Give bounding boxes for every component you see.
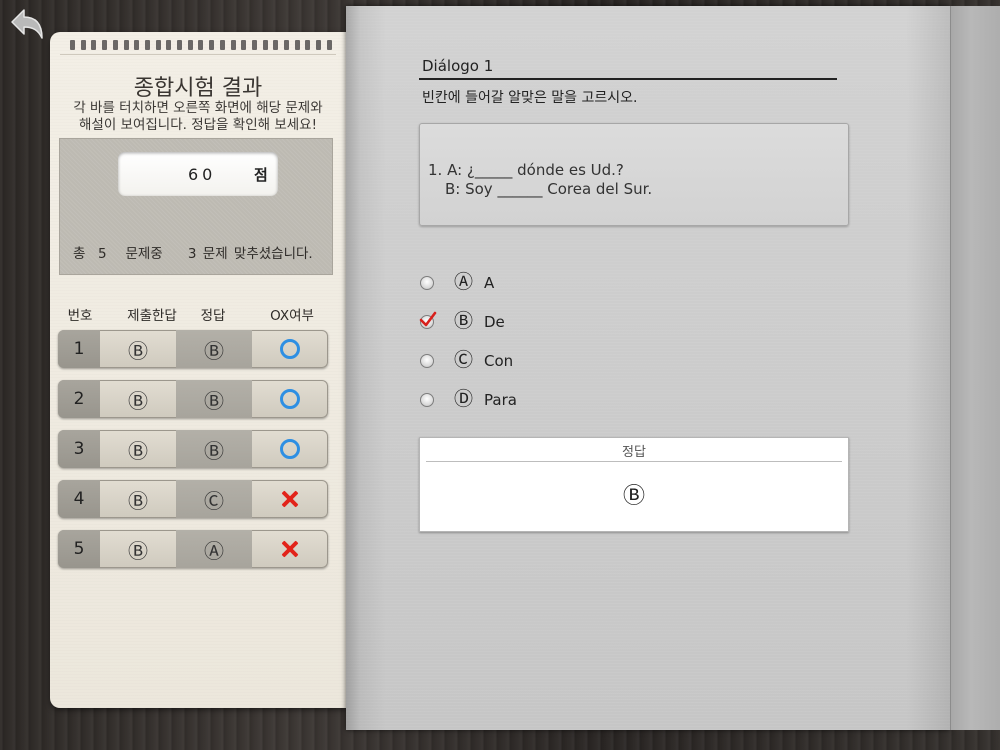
header-submitted: 제출한답 (127, 308, 177, 324)
back-arrow-icon (11, 9, 43, 39)
description-line-2: 해설이 보여집니다. 정답을 확인해 보세요! (78, 117, 317, 133)
results-panel: 종합시험 결과 각 바를 터치하면 오른쪽 화면에 해당 문제와 해설이 보여집… (50, 32, 346, 708)
correct-answer: Ⓑ (176, 380, 252, 418)
option-letter: Ⓐ (454, 271, 474, 293)
answer-label: 정답 (622, 445, 646, 460)
submitted-answer: Ⓑ (128, 538, 148, 563)
radio-button[interactable] (420, 276, 434, 290)
result-row-5[interactable]: 5 Ⓑ Ⓐ (58, 530, 328, 568)
red-check-icon (419, 311, 437, 327)
dialog-title: Diálogo 1 (422, 57, 494, 75)
question-box: 1. A: ¿_____ dónde es Ud.? B: Soy ______… (419, 123, 849, 226)
radio-button[interactable] (420, 354, 434, 368)
answer-value: Ⓑ (622, 484, 645, 509)
results-description: 각 바를 터치하면 오른쪽 화면에 해당 문제와 해설이 보여집니다. 정답을 … (50, 100, 346, 134)
results-table-header: 번호 제출한답 정답 OX여부 (62, 304, 332, 324)
circle-o-icon (280, 339, 300, 359)
back-button[interactable] (6, 6, 46, 42)
score-box: 60 점 총 5 문제중 3 문제 맞추셨습니다. (59, 138, 333, 275)
circle-o-icon (280, 389, 300, 409)
row-number: 2 (58, 380, 100, 418)
option-letter: Ⓑ (454, 310, 474, 332)
result-row-1[interactable]: 1 Ⓑ Ⓑ (58, 330, 328, 368)
ox-cell (252, 330, 328, 368)
score-display: 60 점 (118, 152, 278, 196)
divider (60, 54, 336, 55)
row-number: 1 (58, 330, 100, 368)
answer-box: 정답 Ⓑ (419, 437, 849, 532)
correct-answer: Ⓑ (176, 330, 252, 368)
row-number: 4 (58, 480, 100, 518)
ox-cell (252, 480, 328, 518)
option-letter: Ⓓ (454, 388, 474, 410)
score-unit: 점 (254, 166, 268, 184)
option-text: A (484, 274, 495, 292)
score-value: 60 (188, 165, 217, 184)
correct-answer: Ⓐ (176, 530, 252, 568)
score-summary: 총 5 문제중 3 문제 맞추셨습니다. (73, 246, 313, 262)
result-row-4[interactable]: 4 Ⓑ Ⓒ (58, 480, 328, 518)
title-underline (419, 78, 837, 80)
question-line-2: B: Soy ______ Corea del Sur. (445, 180, 653, 198)
submitted-answer: Ⓑ (128, 338, 148, 363)
option-text: De (484, 313, 505, 331)
circle-o-icon (280, 439, 300, 459)
row-number: 3 (58, 430, 100, 468)
submitted-answer: Ⓑ (128, 388, 148, 413)
header-ox: OX여부 (270, 308, 314, 324)
page-stack-edge (950, 6, 1000, 730)
description-line-1: 각 바를 터치하면 오른쪽 화면에 해당 문제와 (73, 100, 323, 116)
question-page: Diálogo 1 빈칸에 들어갈 알맞은 말을 고르시오. 1. A: ¿__… (346, 6, 950, 730)
answer-divider (426, 461, 842, 462)
ox-cell (252, 430, 328, 468)
question-line-1: 1. A: ¿_____ dónde es Ud.? (428, 161, 624, 179)
results-title: 종합시험 결과 (133, 76, 263, 101)
option-text: Para (484, 391, 517, 409)
correct-answer: Ⓑ (176, 430, 252, 468)
cross-x-icon (281, 540, 299, 558)
option-letter: Ⓒ (454, 349, 474, 371)
question-instruction: 빈칸에 들어갈 알맞은 말을 고르시오. (422, 90, 638, 106)
ox-cell (252, 530, 328, 568)
correct-answer: Ⓒ (176, 480, 252, 518)
results-table: 1 Ⓑ Ⓑ 2 Ⓑ Ⓑ 3 Ⓑ Ⓑ 4 Ⓑ Ⓒ 5 Ⓑ Ⓐ (58, 330, 330, 580)
header-number: 번호 (67, 308, 93, 324)
result-row-2[interactable]: 2 Ⓑ Ⓑ (58, 380, 328, 418)
cross-x-icon (281, 490, 299, 508)
submitted-answer: Ⓑ (128, 488, 148, 513)
row-number: 5 (58, 530, 100, 568)
result-row-3[interactable]: 3 Ⓑ Ⓑ (58, 430, 328, 468)
radio-button[interactable] (420, 393, 434, 407)
option-text: Con (484, 352, 514, 370)
submitted-answer: Ⓑ (128, 438, 148, 463)
ox-cell (252, 380, 328, 418)
notebook-binding (70, 40, 332, 50)
header-correct: 정답 (200, 308, 226, 324)
